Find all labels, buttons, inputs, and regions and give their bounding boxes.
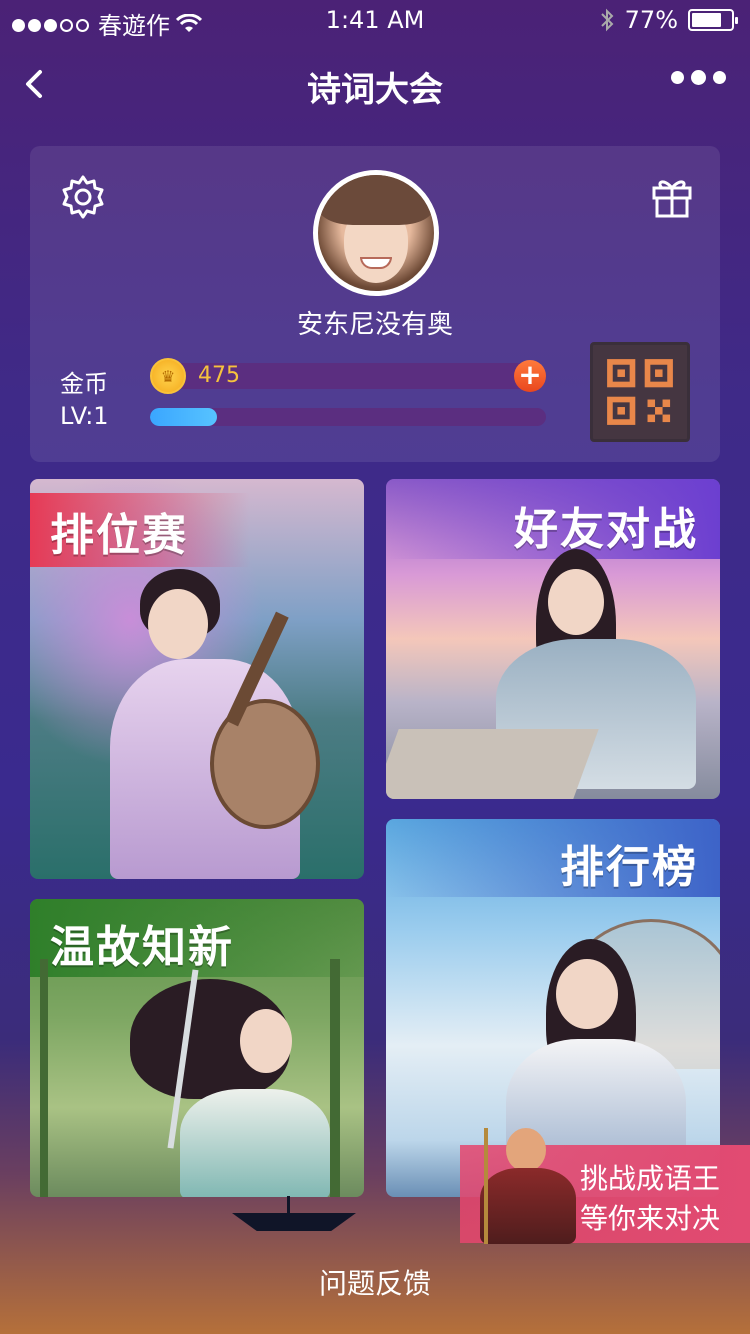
add-coins-button[interactable]: + [514,360,546,392]
coin-label: 金币 [60,370,108,398]
feedback-link[interactable]: 问题反馈 [0,1262,750,1302]
tile-label: 温故知新 [50,922,234,973]
tile-label: 好友对战 [514,504,698,555]
page-title: 诗词大会 [307,70,443,110]
go-board [386,729,599,799]
promo-line2: 等你来对决 [579,1202,720,1235]
friend-battle-tile[interactable]: 好友对战 [386,479,720,799]
promo-line1: 挑战成语王 [579,1162,720,1195]
boat-silhouette [232,1213,356,1231]
qr-code-icon[interactable] [590,342,690,442]
swordsman-illustration [90,969,330,1197]
coin-crown-icon: ♛ [150,358,186,394]
nav-bar: 诗词大会 [0,52,750,116]
lute-lady-illustration [100,569,330,879]
bamboo-illustration [40,959,48,1197]
status-bar: 春遊作 1:41 AM 77% [0,0,750,40]
review-tile[interactable]: 温故知新 [30,899,364,1197]
tile-label: 排行榜 [560,842,698,893]
ranked-match-tile[interactable]: 排位赛 [30,479,364,879]
coin-value: 475 [198,363,240,388]
battery-percent: 77% [624,6,678,34]
username: 安东尼没有奥 [296,310,453,340]
more-button[interactable] [671,70,726,85]
bluetooth-icon [600,8,614,32]
battery-icon [688,9,738,31]
settings-gear-icon[interactable] [60,174,106,220]
level-progress-fill [150,408,218,426]
gift-icon[interactable] [650,174,694,218]
tile-label: 排位赛 [50,510,188,561]
monk-warrior-illustration [470,1128,580,1244]
profile-card: 安东尼没有奥 金币 ♛ 475 + LV:1 [30,146,720,462]
avatar[interactable] [313,170,439,296]
level-progress-bar [150,408,546,426]
boat-mast [287,1196,290,1214]
status-right: 77% [599,6,738,34]
level-label: LV:1 [60,402,109,430]
